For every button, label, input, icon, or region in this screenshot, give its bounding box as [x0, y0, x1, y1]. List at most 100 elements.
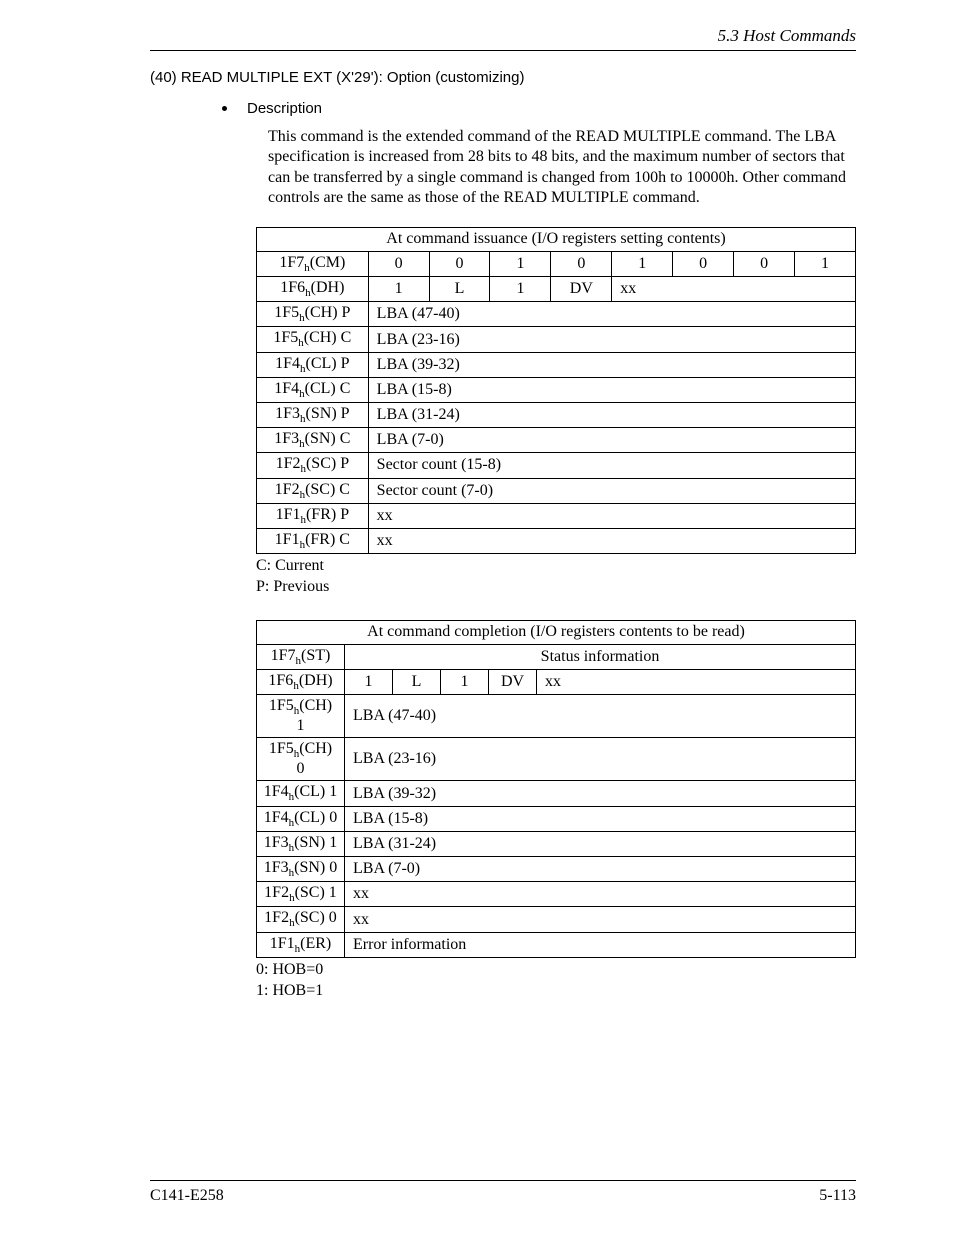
- table-row: 1F5h(CH) 1LBA (47-40): [257, 695, 856, 738]
- table-row: 1F3h(SN) CLBA (7-0): [257, 428, 856, 453]
- header-text: 5.3 Host Commands: [718, 26, 856, 45]
- completion-table: At command completion (I/O registers con…: [256, 620, 856, 958]
- bit-cell: 0: [734, 251, 795, 276]
- register-value: LBA (7-0): [345, 857, 856, 882]
- register-value: LBA (7-0): [368, 428, 855, 453]
- table-row: 1F7h(ST)Status information: [257, 644, 856, 669]
- completion-legend: 0: HOB=0 1: HOB=1: [256, 960, 856, 1002]
- bit-cell: 1: [490, 277, 551, 302]
- register-label: 1F3h(SN) C: [257, 428, 369, 453]
- bit-cell: 0: [368, 251, 429, 276]
- table-row: 1F6h(DH)1L1DVxx: [257, 277, 856, 302]
- bit-cell: xx: [612, 277, 856, 302]
- register-label: 1F6h(DH): [257, 669, 345, 694]
- register-value: LBA (47-40): [368, 302, 855, 327]
- issuance-table: At command issuance (I/O registers setti…: [256, 227, 856, 554]
- register-label: 1F1h(FR) P: [257, 503, 369, 528]
- bit-cell: 1: [441, 669, 489, 694]
- table-row: 1F4h(CL) 1LBA (39-32): [257, 781, 856, 806]
- register-value: LBA (39-32): [368, 352, 855, 377]
- bit-cell: xx: [537, 669, 856, 694]
- bit-cell: 1: [795, 251, 856, 276]
- register-label: 1F1h(ER): [257, 932, 345, 957]
- table-row: 1F4h(CL) PLBA (39-32): [257, 352, 856, 377]
- footer-right: 5-113: [819, 1187, 856, 1205]
- bit-cell: L: [429, 277, 490, 302]
- table-row: 1F7h(CM)00101001: [257, 251, 856, 276]
- register-value: LBA (23-16): [345, 738, 856, 781]
- bit-cell: 1: [345, 669, 393, 694]
- register-label: 1F2h(SC) 1: [257, 882, 345, 907]
- table-row: 1F5h(CH) CLBA (23-16): [257, 327, 856, 352]
- register-label: 1F4h(CL) P: [257, 352, 369, 377]
- issuance-table-title: At command issuance (I/O registers setti…: [257, 227, 856, 251]
- description-heading: Description: [222, 100, 856, 117]
- register-value: xx: [345, 907, 856, 932]
- table-row: 1F3h(SN) PLBA (31-24): [257, 403, 856, 428]
- register-value: Sector count (15-8): [368, 453, 855, 478]
- register-value: xx: [368, 503, 855, 528]
- bit-cell: 0: [673, 251, 734, 276]
- register-label: 1F6h(DH): [257, 277, 369, 302]
- register-value: LBA (31-24): [345, 831, 856, 856]
- table-row: 1F2h(SC) 0xx: [257, 907, 856, 932]
- table-row: 1F6h(DH)1L1DVxx: [257, 669, 856, 694]
- legend-c: C: Current: [256, 556, 856, 577]
- register-label: 1F3h(SN) 0: [257, 857, 345, 882]
- legend-p: P: Previous: [256, 577, 856, 598]
- bit-cell: DV: [551, 277, 612, 302]
- legend-1: 1: HOB=1: [256, 981, 856, 1002]
- register-label: 1F2h(SC) P: [257, 453, 369, 478]
- completion-table-title: At command completion (I/O registers con…: [257, 620, 856, 644]
- register-label: 1F2h(SC) C: [257, 478, 369, 503]
- register-label: 1F2h(SC) 0: [257, 907, 345, 932]
- bit-cell: DV: [489, 669, 537, 694]
- register-label: 1F1h(FR) C: [257, 528, 369, 553]
- register-label: 1F5h(CH) 1: [257, 695, 345, 738]
- table-row: 1F1h(ER)Error information: [257, 932, 856, 957]
- register-value: LBA (15-8): [368, 377, 855, 402]
- register-value: LBA (47-40): [345, 695, 856, 738]
- register-value: xx: [345, 882, 856, 907]
- register-value: LBA (39-32): [345, 781, 856, 806]
- register-label: 1F5h(CH) C: [257, 327, 369, 352]
- table-row: 1F4h(CL) CLBA (15-8): [257, 377, 856, 402]
- register-label: 1F4h(CL) C: [257, 377, 369, 402]
- register-value: Status information: [345, 644, 856, 669]
- register-label: 1F5h(CH) P: [257, 302, 369, 327]
- register-value: xx: [368, 528, 855, 553]
- page-footer: C141-E258 5-113: [150, 1180, 856, 1205]
- footer-left: C141-E258: [150, 1187, 224, 1205]
- table-row: 1F4h(CL) 0LBA (15-8): [257, 806, 856, 831]
- bullet-icon: [222, 106, 227, 111]
- page-header: 5.3 Host Commands: [150, 26, 856, 51]
- table-row: 1F2h(SC) CSector count (7-0): [257, 478, 856, 503]
- table-row: 1F5h(CH) 0LBA (23-16): [257, 738, 856, 781]
- table-row: 1F3h(SN) 1LBA (31-24): [257, 831, 856, 856]
- description-label: Description: [247, 100, 322, 117]
- table-row: 1F5h(CH) PLBA (47-40): [257, 302, 856, 327]
- register-label: 1F7h(ST): [257, 644, 345, 669]
- description-body: This command is the extended command of …: [268, 127, 856, 209]
- table-row: 1F1h(FR) Pxx: [257, 503, 856, 528]
- table-row: 1F2h(SC) 1xx: [257, 882, 856, 907]
- register-value: LBA (15-8): [345, 806, 856, 831]
- table-row: 1F3h(SN) 0LBA (7-0): [257, 857, 856, 882]
- bit-cell: 1: [612, 251, 673, 276]
- issuance-legend: C: Current P: Previous: [256, 556, 856, 598]
- bit-cell: L: [393, 669, 441, 694]
- bit-cell: 1: [368, 277, 429, 302]
- register-label: 1F3h(SN) 1: [257, 831, 345, 856]
- legend-0: 0: HOB=0: [256, 960, 856, 981]
- register-label: 1F3h(SN) P: [257, 403, 369, 428]
- register-value: Sector count (7-0): [368, 478, 855, 503]
- register-label: 1F5h(CH) 0: [257, 738, 345, 781]
- bit-cell: 0: [429, 251, 490, 276]
- register-value: LBA (31-24): [368, 403, 855, 428]
- bit-cell: 1: [490, 251, 551, 276]
- register-label: 1F4h(CL) 1: [257, 781, 345, 806]
- register-label: 1F4h(CL) 0: [257, 806, 345, 831]
- table-row: 1F2h(SC) PSector count (15-8): [257, 453, 856, 478]
- section-title: (40) READ MULTIPLE EXT (X'29'): Option (…: [150, 69, 856, 86]
- register-value: Error information: [345, 932, 856, 957]
